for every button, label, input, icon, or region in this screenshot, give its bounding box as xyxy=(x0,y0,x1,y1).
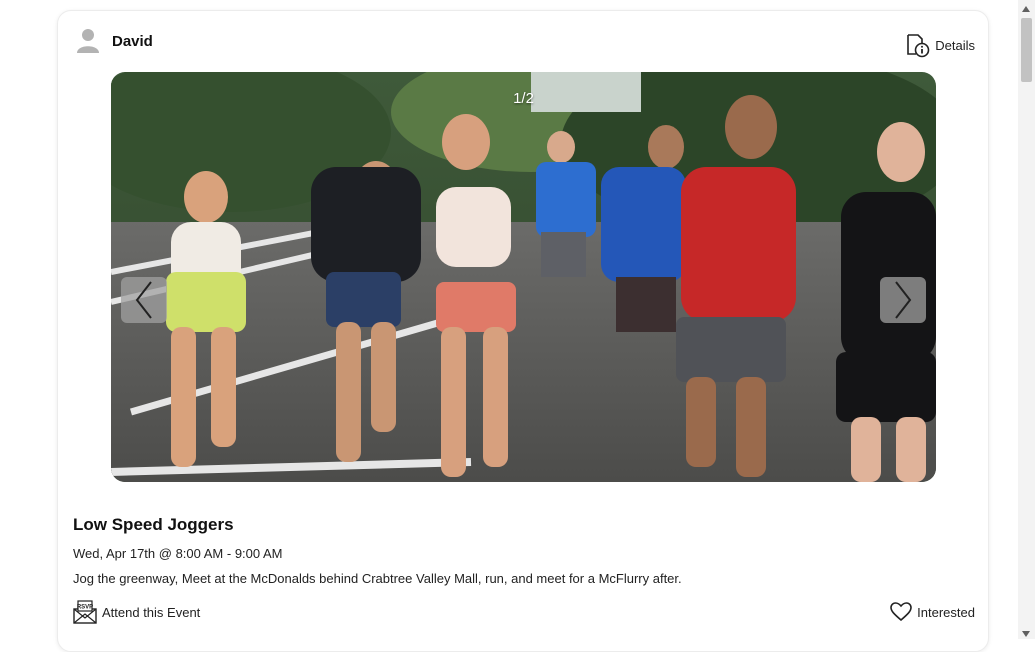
carousel-prev-button[interactable] xyxy=(121,277,167,323)
chevron-left-icon xyxy=(135,281,152,319)
user-avatar-icon xyxy=(77,29,99,53)
carousel-next-button[interactable] xyxy=(880,277,926,323)
vertical-scrollbar[interactable] xyxy=(1018,0,1035,639)
scroll-down-icon[interactable] xyxy=(1022,631,1030,637)
event-photo: 1/2 xyxy=(111,72,936,482)
attend-label: Attend this Event xyxy=(102,604,201,620)
heart-icon xyxy=(890,602,912,622)
svg-text:RSVP: RSVP xyxy=(77,605,93,611)
chevron-right-icon xyxy=(895,281,912,319)
event-datetime: Wed, Apr 17th @ 8:00 AM - 9:00 AM xyxy=(73,546,283,561)
interested-button[interactable]: Interested xyxy=(890,602,975,622)
scroll-thumb[interactable] xyxy=(1021,18,1032,82)
post-author[interactable]: David xyxy=(76,28,153,54)
details-button[interactable]: Details xyxy=(905,32,975,58)
document-info-icon xyxy=(907,34,930,58)
runners-photo xyxy=(111,72,936,482)
rsvp-envelope-icon: RSVP xyxy=(73,600,97,624)
author-name: David xyxy=(112,32,153,50)
interested-label: Interested xyxy=(917,604,975,620)
attend-event-button[interactable]: RSVP Attend this Event xyxy=(72,599,200,625)
event-title: Low Speed Joggers xyxy=(73,515,234,534)
scroll-up-icon[interactable] xyxy=(1022,6,1030,12)
event-description: Jog the greenway, Meet at the McDonalds … xyxy=(73,571,682,586)
details-label: Details xyxy=(935,37,975,53)
carousel-counter: 1/2 xyxy=(513,90,534,107)
